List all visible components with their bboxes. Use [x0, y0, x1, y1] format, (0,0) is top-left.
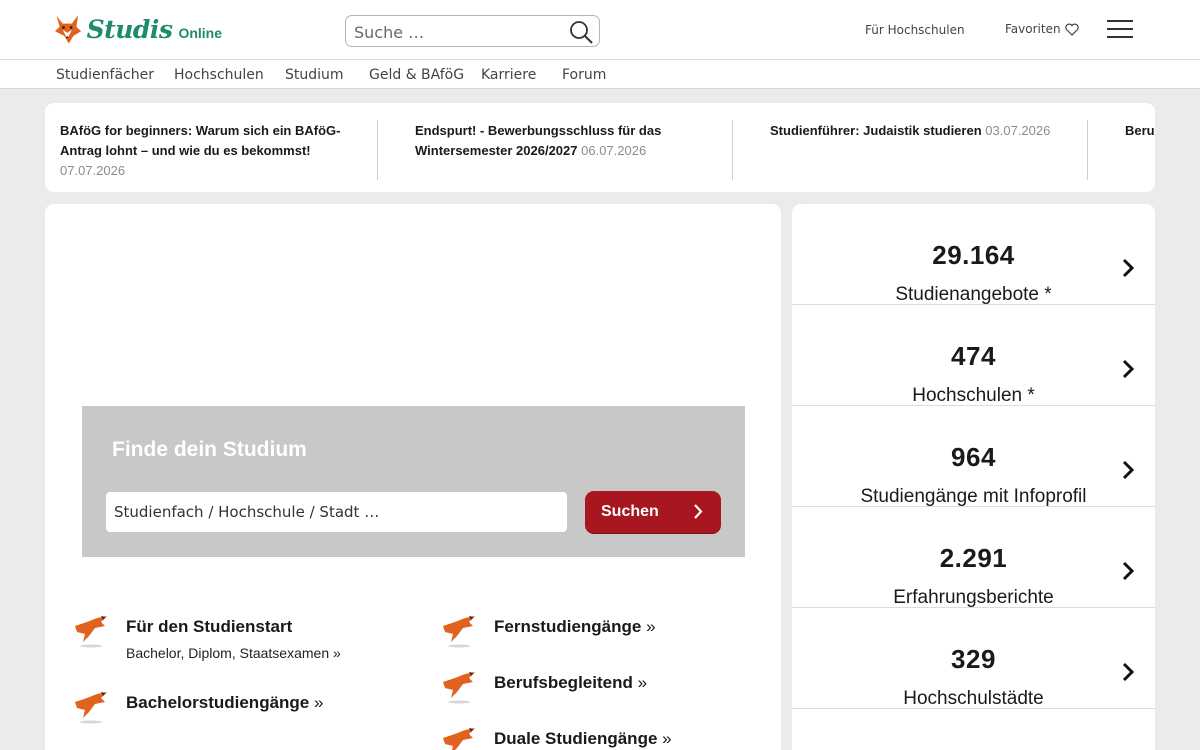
stat-label: Hochschulen * — [912, 385, 1035, 406]
main-nav: Studienfächer Hochschulen Studium Geld &… — [0, 60, 1200, 89]
favoriten-label: Favoriten — [1005, 22, 1061, 36]
category-bachelor[interactable]: Bachelorstudiengänge » — [73, 690, 323, 724]
stat-label: Studienangebote * — [895, 284, 1052, 305]
fox-logo-icon — [55, 15, 82, 44]
news-item[interactable]: Studienführer: Judaistik studieren 03.07… — [770, 121, 1080, 141]
fuer-hochschulen-link[interactable]: Für Hochschulen — [865, 23, 965, 37]
nav-item-studium[interactable]: Studium — [285, 67, 344, 83]
chevron-right-icon — [1122, 258, 1134, 278]
category-title: Fernstudiengänge — [494, 617, 642, 636]
category-arrow: » — [314, 693, 324, 712]
finder-title: Finde dein Studium — [112, 438, 307, 461]
search-icon[interactable] — [569, 20, 593, 44]
nav-item-hochschulen[interactable]: Hochschulen — [174, 67, 264, 83]
finder-button-label: Suchen — [601, 503, 659, 520]
stat-number: 329 — [951, 644, 996, 674]
news-divider — [1087, 120, 1088, 180]
news-title: Beru — [1125, 123, 1155, 138]
category-title: Bachelorstudiengänge — [126, 693, 310, 712]
category-arrow: » — [662, 729, 672, 748]
header-search-input[interactable] — [354, 21, 554, 43]
news-divider — [732, 120, 733, 180]
finder-search-button[interactable]: Suchen — [585, 491, 721, 533]
fox-jump-icon — [75, 692, 107, 724]
stat-label: Erfahrungsberichte — [893, 587, 1054, 608]
stat-label: Studiengänge mit Infoprofil — [860, 486, 1087, 507]
stat-number: 474 — [951, 341, 996, 371]
chevron-right-icon — [694, 504, 703, 519]
stat-number: 29.164 — [932, 240, 1015, 270]
category-dual[interactable]: Duale Studiengänge » — [441, 726, 672, 750]
chevron-right-icon — [1122, 460, 1134, 480]
category-arrow: » — [333, 645, 341, 661]
category-arrow: » — [646, 617, 656, 636]
fox-jump-icon — [443, 616, 475, 648]
category-arrow: » — [637, 673, 648, 692]
news-ticker: BAföG for beginners: Warum sich ein BAfö… — [45, 103, 1155, 192]
news-item[interactable]: Endspurt! - Bewerbungsschluss für das Wi… — [415, 121, 725, 161]
finder-search-input[interactable] — [106, 492, 567, 532]
category-fernstudium[interactable]: Fernstudiengänge » — [441, 614, 656, 648]
news-divider — [377, 120, 378, 180]
study-finder: Finde dein Studium Suchen — [82, 406, 745, 557]
category-berufsbegleitend[interactable]: Berufsbegleitend » — [441, 670, 647, 704]
stat-number: 2.291 — [939, 543, 1008, 573]
category-title: Für den Studienstart — [126, 617, 293, 636]
favoriten-link[interactable]: Favoriten — [1005, 22, 1079, 36]
stat-infoprofil[interactable]: 964 Studiengänge mit Infoprofil — [792, 406, 1155, 507]
fox-jump-icon — [443, 672, 475, 704]
news-date: 03.07.2026 — [985, 123, 1051, 138]
fox-jump-icon — [443, 728, 475, 750]
news-item[interactable]: Beru — [1125, 121, 1155, 141]
stat-label: Hochschulstädte — [903, 688, 1044, 709]
heart-icon — [1064, 23, 1079, 36]
chevron-right-icon — [1122, 359, 1134, 379]
category-studienstart[interactable]: Für den Studienstart Bachelor, Diplom, S… — [73, 614, 341, 661]
logo-text: Studis — [86, 14, 173, 44]
nav-item-studienfaecher[interactable]: Studienfächer — [56, 67, 154, 83]
chevron-right-icon — [1122, 662, 1134, 682]
header-search — [345, 15, 600, 47]
nav-item-karriere[interactable]: Karriere — [481, 67, 536, 83]
news-item[interactable]: BAföG for beginners: Warum sich ein BAfö… — [60, 121, 370, 181]
stat-number: 964 — [951, 442, 996, 472]
news-date: 06.07.2026 — [581, 143, 647, 158]
main-content-card: Finde dein Studium Suchen Für den Studie… — [45, 204, 781, 750]
category-title: Duale Studiengänge — [494, 729, 658, 748]
logo-suffix: Online — [178, 24, 222, 41]
top-header: Studis Online Für Hochschulen Favoriten — [0, 0, 1200, 60]
category-title: Berufsbegleitend — [494, 673, 633, 692]
site-logo[interactable]: Studis Online — [52, 6, 222, 52]
stat-studienangebote[interactable]: 29.164 Studienangebote * — [792, 204, 1155, 305]
chevron-right-icon — [1122, 561, 1134, 581]
nav-item-forum[interactable]: Forum — [562, 67, 606, 83]
fox-jump-icon — [75, 616, 107, 648]
news-title: BAföG for beginners: Warum sich ein BAfö… — [60, 123, 341, 158]
stat-hochschulen[interactable]: 474 Hochschulen * — [792, 305, 1155, 406]
news-date: 07.07.2026 — [60, 163, 126, 178]
category-subtitle: Bachelor, Diplom, Staatsexamen — [126, 645, 330, 661]
news-title: Studienführer: Judaistik studieren — [770, 123, 982, 138]
stat-hochschulstaedte[interactable]: 329 Hochschulstädte — [792, 608, 1155, 709]
stats-panel: 29.164 Studienangebote * 474 Hochschulen… — [792, 204, 1155, 750]
nav-item-geld-bafoeg[interactable]: Geld & BAföG — [369, 67, 464, 83]
stat-erfahrungsberichte[interactable]: 2.291 Erfahrungsberichte — [792, 507, 1155, 608]
menu-icon[interactable] — [1107, 20, 1133, 40]
